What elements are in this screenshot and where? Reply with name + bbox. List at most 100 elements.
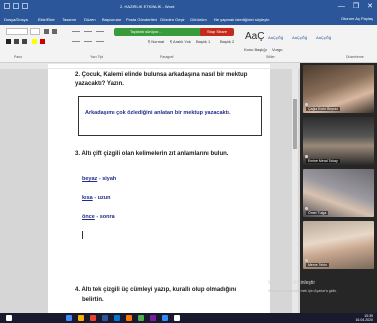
- minimize-button[interactable]: —: [338, 1, 345, 12]
- video-participants-panel: Çağla Ecrin Boyraz Emine Meral Tokay Öme…: [300, 63, 377, 313]
- opposite-pair: kısa - uzun: [82, 195, 110, 201]
- taskbar-app-icon[interactable]: [66, 315, 72, 321]
- font-color-icon[interactable]: [40, 39, 45, 44]
- align-center-icon[interactable]: [84, 41, 92, 42]
- tab-file[interactable]: Dosya/Dosya: [4, 17, 28, 22]
- taskbar: 10:39 16.04.2020: [0, 313, 377, 323]
- style-normal[interactable]: ¶ Normal: [148, 39, 164, 44]
- document-area[interactable]: 2. Çocuk, Kalemi elinde bulunsa arkadaşı…: [0, 69, 300, 313]
- share-button[interactable]: Oturum Aç Paylaş: [341, 16, 373, 21]
- answer-box[interactable]: Arkadaşımı çok özlediğini anlatan bir me…: [78, 96, 262, 136]
- undo-icon[interactable]: [13, 3, 19, 9]
- style-no-spacing[interactable]: ¶ Aralık Yok: [170, 39, 191, 44]
- align-right-icon[interactable]: [96, 41, 104, 42]
- meeting-status: Toplantı sürüyor...: [130, 29, 162, 34]
- highlight-icon[interactable]: [32, 39, 37, 44]
- underline-icon[interactable]: [22, 39, 27, 44]
- numbering-icon[interactable]: [84, 31, 92, 32]
- window-controls: — ❐ ✕: [338, 1, 373, 12]
- text-cursor: [82, 231, 83, 239]
- taskbar-app-icon[interactable]: [90, 315, 96, 321]
- participant-name: Emine Meral Tokay: [306, 159, 340, 163]
- pair-answer: uzun: [97, 195, 111, 201]
- participant-tile[interactable]: Emine Meral Tokay: [303, 117, 374, 165]
- tell-me-search[interactable]: Ne yapmak istediğinizi söyleyin: [214, 17, 269, 22]
- group-clipboard: Pano: [14, 55, 23, 59]
- question-2: 2. Çocuk, Kalemi elinde bulunsa arkadaşı…: [75, 72, 248, 87]
- tab-layout[interactable]: Düzen: [84, 17, 96, 22]
- ribbon: Toplantı sürüyor... Stop Share ¶ Normal …: [0, 25, 377, 63]
- style-emphasis[interactable]: Vurgu: [272, 47, 283, 52]
- stop-share-button[interactable]: Stop Share: [200, 28, 234, 36]
- question-4: 4. Altı tek çizgili üç cümleyi yazıp, ku…: [75, 287, 237, 293]
- scrollbar-thumb[interactable]: [293, 99, 297, 149]
- microphone-icon: [305, 103, 308, 106]
- group-styles: Stiller: [266, 55, 275, 59]
- microphone-icon: [305, 207, 308, 210]
- font-size-dropdown[interactable]: [30, 28, 40, 35]
- grow-font-icon[interactable]: [44, 29, 49, 34]
- align-left-icon[interactable]: [72, 41, 80, 42]
- microphone-icon: [305, 155, 308, 158]
- shrink-font-icon[interactable]: [52, 29, 57, 34]
- pair-word: önce: [82, 214, 95, 220]
- participant-name: Çağla Ecrin Boyraz: [306, 107, 340, 111]
- taskbar-app-icon[interactable]: [102, 315, 108, 321]
- tab-review[interactable]: Gözden Geçir: [160, 17, 185, 22]
- style-title[interactable]: Konu Başlığı: [244, 47, 267, 52]
- system-tray-clock[interactable]: 10:39 16.04.2020: [355, 314, 373, 322]
- document-title: 2. HAZIRLIK ETKİNLİK - Word: [120, 4, 175, 9]
- taskbar-app-icon[interactable]: [174, 315, 180, 321]
- opposite-pair: önce - sonra: [82, 214, 115, 220]
- style-preview[interactable]: AaÇ: [245, 31, 264, 42]
- pair-word: kısa: [82, 195, 93, 201]
- heading-sample-3[interactable]: AaÇçĞğ: [316, 35, 331, 40]
- tab-design[interactable]: Tasarım: [62, 17, 76, 22]
- participant-name: Merve Tekin: [306, 263, 329, 267]
- font-name-dropdown[interactable]: [6, 28, 28, 35]
- answer-text: Arkadaşımı çok özlediğini anlatan bir me…: [85, 110, 231, 116]
- multilevel-list-icon[interactable]: [96, 31, 104, 32]
- menu-bar: Dosya/Dosya Ekle/Ekle Tasarım Düzen Başv…: [0, 13, 377, 25]
- document-page[interactable]: 2. Çocuk, Kalemi elinde bulunsa arkadaşı…: [48, 69, 270, 313]
- quick-access-toolbar: [4, 3, 44, 9]
- title-bar: 2. HAZIRLIK ETKİNLİK - Word — ❐ ✕: [0, 0, 377, 13]
- tab-view[interactable]: Görünüm: [190, 17, 207, 22]
- tab-references[interactable]: Başvurular: [102, 17, 121, 22]
- style-heading-2[interactable]: Başlık 2: [220, 39, 234, 44]
- italic-icon[interactable]: [14, 39, 19, 44]
- pair-answer: siyah: [102, 176, 117, 182]
- taskbar-app-icon[interactable]: [114, 315, 120, 321]
- participant-tile[interactable]: Çağla Ecrin Boyraz: [303, 65, 374, 113]
- taskbar-app-icon[interactable]: [126, 315, 132, 321]
- activation-watermark-title: Windows'u Etkinleştir: [268, 280, 316, 286]
- heading-sample-2[interactable]: AaÇçĞğ: [292, 35, 307, 40]
- pair-answer: sonra: [99, 214, 115, 220]
- heading-sample-1[interactable]: AaÇçĞğ: [268, 35, 283, 40]
- save-icon[interactable]: [4, 3, 10, 9]
- group-paragraph: Paragraf: [160, 55, 174, 59]
- question-4-continued: belirtin.: [82, 297, 104, 303]
- style-heading-1[interactable]: Başlık 1: [196, 39, 210, 44]
- participant-tile[interactable]: Ömer Tulga: [303, 169, 374, 217]
- vertical-scrollbar[interactable]: [292, 69, 298, 313]
- bold-icon[interactable]: [6, 39, 11, 44]
- tab-insert[interactable]: Ekle/Ekle: [38, 17, 55, 22]
- taskbar-app-icon[interactable]: [162, 315, 168, 321]
- bullets-icon[interactable]: [72, 31, 80, 32]
- tab-mailings[interactable]: Posta Gönderileri: [126, 17, 157, 22]
- taskbar-app-icon[interactable]: [78, 315, 84, 321]
- group-editing: Düzenleme: [346, 55, 364, 59]
- participant-tile[interactable]: Merve Tekin: [303, 221, 374, 269]
- opposite-pair: beyaz - siyah: [82, 176, 116, 182]
- taskbar-app-icon[interactable]: [150, 315, 156, 321]
- close-button[interactable]: ✕: [367, 1, 373, 12]
- taskbar-app-icon[interactable]: [138, 315, 144, 321]
- clock-date: 16.04.2020: [355, 318, 373, 322]
- pair-word: beyaz: [82, 176, 98, 182]
- start-icon[interactable]: [6, 315, 12, 321]
- microphone-icon: [305, 259, 308, 262]
- participant-name: Ömer Tulga: [306, 211, 329, 215]
- maximize-button[interactable]: ❐: [353, 1, 359, 12]
- redo-icon[interactable]: [22, 3, 28, 9]
